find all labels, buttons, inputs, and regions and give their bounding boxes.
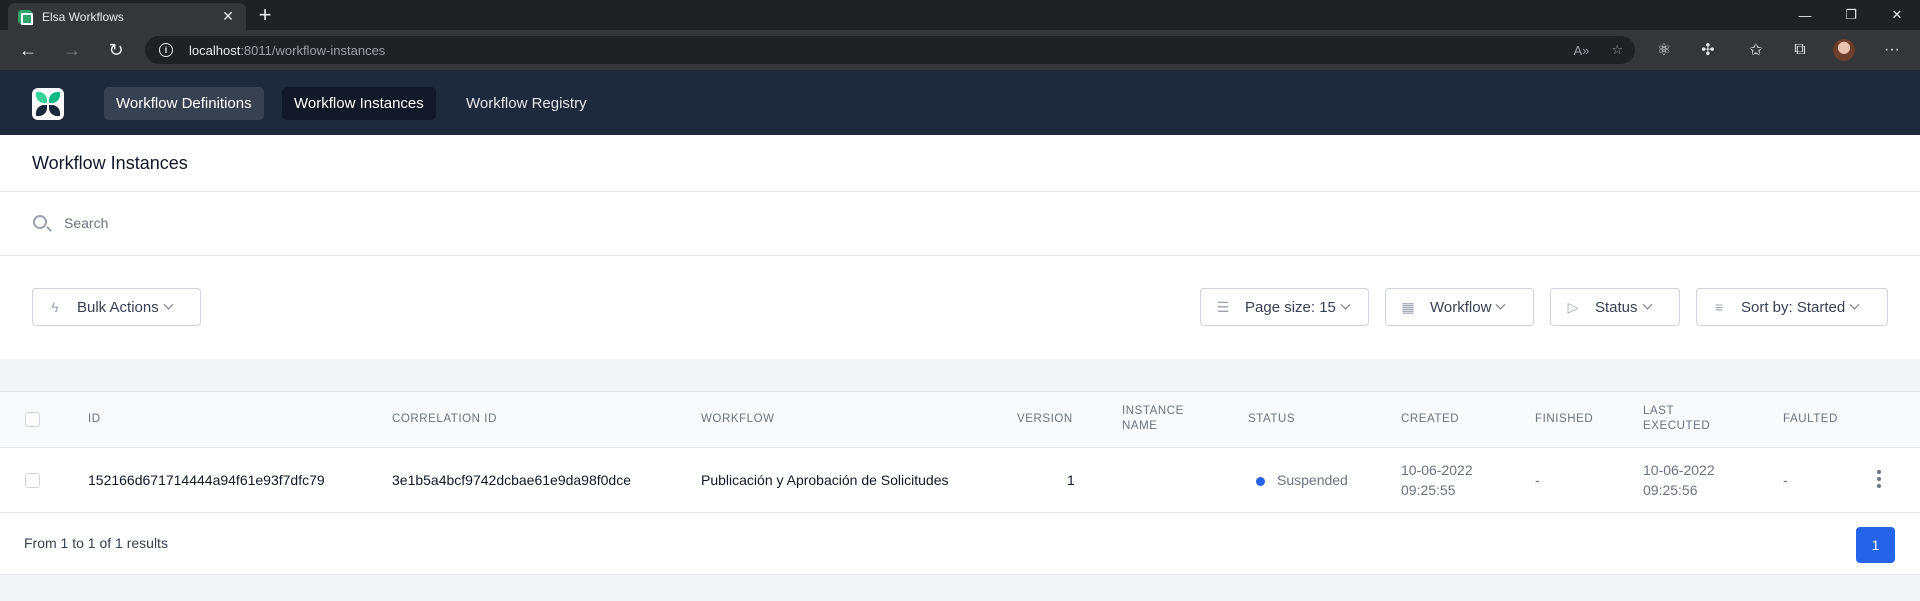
- faulted-value: -: [1783, 472, 1788, 488]
- browser-toolbar: ← → ↻ i localhost :8011/workflow-instanc…: [0, 30, 1920, 70]
- last-executed-date: 10-06-2022: [1643, 462, 1715, 478]
- select-all-checkbox[interactable]: [25, 412, 40, 427]
- last-executed-time: 09:25:56: [1643, 482, 1698, 498]
- sort-by-button[interactable]: ≡ Sort by: Started: [1696, 288, 1888, 326]
- profile-avatar[interactable]: [1824, 30, 1864, 70]
- close-window-icon[interactable]: ✕: [1874, 0, 1920, 30]
- column-header-last-executed[interactable]: LAST EXECUTED: [1643, 404, 1710, 434]
- created-time: 09:25:55: [1401, 482, 1456, 498]
- row-actions-menu-icon[interactable]: [1877, 470, 1881, 491]
- column-header-instance-name[interactable]: INSTANCE NAME: [1122, 404, 1184, 434]
- more-options-icon[interactable]: ···: [1872, 30, 1912, 70]
- elsa-logo-icon[interactable]: [32, 88, 64, 120]
- created-date: 10-06-2022: [1401, 462, 1473, 478]
- status-dot-icon: [1256, 476, 1265, 486]
- restore-icon[interactable]: ❐: [1828, 0, 1874, 30]
- chevron-down-icon: [1642, 299, 1652, 310]
- nav-workflow-definitions[interactable]: Workflow Definitions: [104, 87, 264, 120]
- collections-icon[interactable]: ⧉: [1780, 30, 1820, 70]
- column-header-correlation-id[interactable]: CORRELATION ID: [392, 412, 497, 427]
- search-icon: [33, 215, 47, 229]
- nav-workflow-registry[interactable]: Workflow Registry: [454, 87, 599, 120]
- page-title: Workflow Instances: [32, 153, 188, 173]
- chevron-down-icon: [1495, 299, 1506, 310]
- status-label: Suspended: [1277, 472, 1348, 488]
- play-circle-icon: ▷: [1567, 298, 1579, 315]
- back-icon[interactable]: ←: [10, 30, 46, 70]
- search-bar: [0, 192, 1920, 256]
- chevron-down-icon: [163, 299, 174, 310]
- info-icon[interactable]: i: [159, 43, 173, 57]
- page-header: Workflow Instances: [0, 135, 1920, 192]
- column-header-faulted[interactable]: FAULTED: [1783, 412, 1838, 427]
- column-header-status[interactable]: STATUS: [1248, 412, 1295, 427]
- read-aloud-icon[interactable]: A»: [1573, 43, 1589, 58]
- close-tab-icon[interactable]: ✕: [220, 8, 236, 25]
- lightning-icon: ϟ: [51, 299, 59, 315]
- column-header-last-executed-line2: EXECUTED: [1643, 420, 1711, 432]
- column-header-instance-name-line1: INSTANCE: [1122, 405, 1184, 417]
- browser-tab-bar: Elsa Workflows ✕ + — ❐ ✕: [0, 0, 1920, 30]
- version-value: 1: [1067, 472, 1075, 488]
- instance-id-link[interactable]: 152166d671714444a94f61e93f7dfc79: [88, 470, 325, 490]
- add-favorite-icon[interactable]: ☆: [1611, 42, 1623, 58]
- status-filter-label: Status: [1595, 298, 1638, 316]
- sort-by-label: Sort by: Started: [1741, 298, 1846, 316]
- list-icon: ☰: [1216, 298, 1230, 315]
- bulk-actions-label: Bulk Actions: [77, 298, 159, 316]
- search-input[interactable]: [64, 212, 864, 234]
- app-header: Workflow Definitions Workflow Instances …: [0, 70, 1920, 135]
- nav-workflow-instances[interactable]: Workflow Instances: [282, 87, 436, 120]
- last-executed-value: 10-06-2022 09:25:56: [1643, 460, 1715, 500]
- workflow-name-link[interactable]: Publicación y Aprobación de Solicitudes: [701, 470, 949, 490]
- column-header-finished[interactable]: FINISHED: [1535, 412, 1593, 427]
- column-header-id[interactable]: ID: [88, 412, 101, 427]
- chevron-down-icon: [1849, 299, 1860, 310]
- react-devtools-icon[interactable]: ⚛: [1644, 30, 1684, 70]
- column-header-last-executed-line1: LAST: [1643, 405, 1675, 417]
- status-filter-button[interactable]: ▷ Status: [1550, 288, 1680, 326]
- column-header-version[interactable]: VERSION: [1017, 412, 1073, 427]
- refresh-icon[interactable]: ↻: [98, 30, 134, 70]
- finished-value: -: [1535, 472, 1540, 488]
- page-size-label: Page size: 15: [1245, 298, 1336, 316]
- forward-icon[interactable]: →: [54, 30, 90, 70]
- created-value: 10-06-2022 09:25:55: [1401, 460, 1473, 500]
- address-bar[interactable]: i localhost :8011/workflow-instances A» …: [145, 36, 1635, 64]
- workflow-filter-button[interactable]: ▦ Workflow: [1385, 288, 1534, 326]
- correlation-id: 3e1b5a4bcf9742dcbae61e9da98f0dce: [392, 472, 632, 488]
- url-path: :8011/workflow-instances: [240, 42, 386, 58]
- column-header-created[interactable]: CREATED: [1401, 412, 1459, 427]
- results-summary: From 1 to 1 of 1 results: [24, 535, 168, 551]
- tab-title: Elsa Workflows: [42, 9, 124, 24]
- workflow-filter-label: Workflow: [1430, 298, 1492, 316]
- table-row[interactable]: 152166d671714444a94f61e93f7dfc79 3e1b5a4…: [0, 448, 1920, 513]
- section-spacer: [0, 359, 1920, 391]
- column-header-instance-name-line2: NAME: [1122, 420, 1158, 432]
- favorites-icon[interactable]: ✩: [1736, 30, 1776, 70]
- bulk-actions-button[interactable]: ϟ Bulk Actions: [32, 288, 201, 326]
- status-badge: Suspended: [1256, 470, 1348, 490]
- elsa-favicon-icon: [18, 9, 33, 25]
- chevron-down-icon: [1340, 299, 1351, 310]
- minimize-icon[interactable]: —: [1782, 0, 1828, 30]
- new-tab-button[interactable]: +: [253, 2, 277, 28]
- table-header: ID CORRELATION ID WORKFLOW VERSION INSTA…: [0, 391, 1920, 448]
- pagination-bar: From 1 to 1 of 1 results 1: [0, 513, 1920, 575]
- grid-icon: ▦: [1401, 298, 1415, 315]
- extensions-icon[interactable]: ✣: [1688, 30, 1728, 70]
- filters-bar: ϟ Bulk Actions ☰ Page size: 15 ▦ Workflo…: [0, 256, 1920, 359]
- browser-tab[interactable]: Elsa Workflows ✕: [8, 3, 246, 30]
- column-header-workflow[interactable]: WORKFLOW: [701, 412, 775, 427]
- page-1-button[interactable]: 1: [1856, 527, 1895, 563]
- page-size-button[interactable]: ☰ Page size: 15: [1200, 288, 1369, 326]
- sort-descending-icon: ≡: [1714, 299, 1724, 315]
- url-host: localhost: [189, 42, 241, 58]
- row-checkbox[interactable]: [25, 473, 40, 488]
